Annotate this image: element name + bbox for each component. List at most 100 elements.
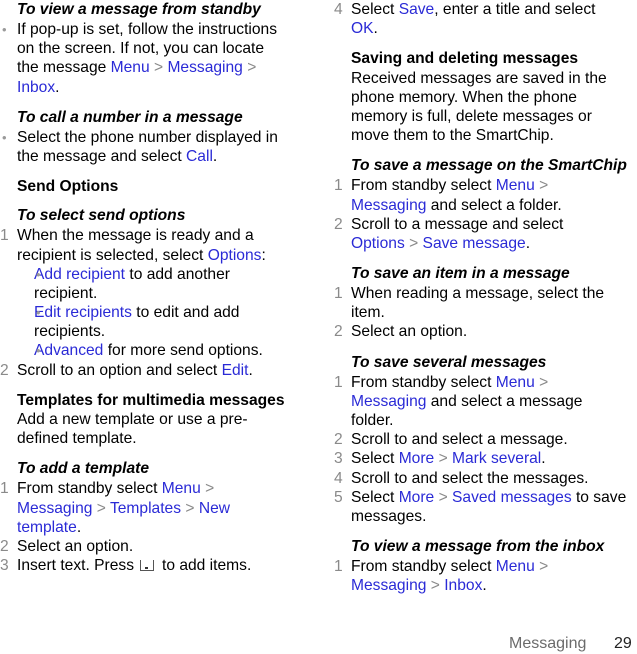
heading-view-inbox: To view a message from the inbox <box>351 538 605 556</box>
separator: > <box>185 499 195 517</box>
section-title-saving: Saving and deleting messages <box>351 50 579 68</box>
step-number: 2 <box>0 537 9 555</box>
step-1: 1 When the message is ready and a <box>0 227 254 245</box>
link-menu[interactable]: Menu <box>496 374 535 391</box>
link-inbox[interactable]: Inbox <box>444 577 482 594</box>
link-options[interactable]: Options <box>351 235 405 252</box>
link-more[interactable]: More <box>399 450 435 467</box>
link-options[interactable]: Options <box>208 247 262 264</box>
selection-key-icon <box>140 560 154 572</box>
section-title-send-options: Send Options <box>17 178 119 196</box>
heading-save-several: To save several messages <box>351 353 547 371</box>
sub-item: • Add recipient to add another <box>34 265 230 283</box>
link-edit[interactable]: Edit <box>222 362 249 379</box>
separator: > <box>438 488 448 506</box>
bullet-icon: • <box>36 305 41 321</box>
link-inbox[interactable]: Inbox <box>17 79 55 96</box>
step-number: 2 <box>334 215 343 233</box>
separator: > <box>539 373 549 391</box>
step-2: 2 Scroll to an option and select Edit. <box>0 361 253 379</box>
separator: > <box>409 234 419 252</box>
step-1: 1 When reading a message, select the <box>334 285 605 303</box>
step-number: 4 <box>334 1 343 18</box>
separator: > <box>96 499 106 517</box>
bullet-icon: • <box>2 129 7 145</box>
heading-view-standby: To view a message from standby <box>17 1 261 18</box>
link-more[interactable]: More <box>399 489 435 506</box>
link-templates[interactable]: Templates <box>110 500 181 517</box>
step-3: 3 Insert text. Press to add items. <box>0 557 252 575</box>
step-1: 1 From standby select Menu > <box>334 177 549 195</box>
separator: > <box>539 558 549 576</box>
step-2: 2 Scroll to a message and select <box>334 215 564 233</box>
separator: > <box>430 577 440 595</box>
sub-list: • Add recipient to add another recipient.… <box>17 265 307 361</box>
step-number: 1 <box>0 480 9 498</box>
step-number: 3 <box>334 450 343 468</box>
link-add-recipient[interactable]: Add recipient <box>34 266 125 283</box>
link-menu[interactable]: Menu <box>162 480 201 497</box>
separator: > <box>205 480 215 498</box>
step-2: 2 Select an option. <box>334 323 468 341</box>
step-2: 2 Select an option. <box>0 537 134 555</box>
link-menu[interactable]: Menu <box>496 558 535 575</box>
sub-item: • Edit recipients to edit and add <box>34 304 240 322</box>
left-column: To view a message from standby • If pop-u… <box>0 0 307 575</box>
step-number: 2 <box>0 361 9 379</box>
step-5: 5 Select More > Saved messages to save <box>334 488 627 506</box>
step-number: 5 <box>334 488 343 506</box>
link-save[interactable]: Save <box>399 1 435 18</box>
separator: > <box>153 59 164 77</box>
heading-call-number: To call a number in a message <box>17 108 243 126</box>
link-saved-messages[interactable]: Saved messages <box>452 489 572 506</box>
step-3: 3 Select More > Mark several. <box>334 450 546 468</box>
step-4: 4 Select Save, enter a title and select <box>334 1 596 18</box>
bullet-item: • If pop-up is set, follow the instructio… <box>2 21 278 38</box>
link-advanced[interactable]: Advanced <box>34 342 103 359</box>
step-number: 2 <box>334 323 343 341</box>
separator: > <box>247 59 257 77</box>
heading-select-send-options: To select send options <box>17 207 186 225</box>
separator: > <box>438 450 448 468</box>
link-mark-several[interactable]: Mark several <box>452 450 541 467</box>
step-number: 3 <box>0 557 9 575</box>
link-messaging[interactable]: Messaging <box>351 393 426 410</box>
step-number: 1 <box>334 285 343 303</box>
link-save-message[interactable]: Save message <box>423 235 526 252</box>
link-messaging[interactable]: Messaging <box>351 577 426 594</box>
step-number: 1 <box>0 227 9 245</box>
link-new[interactable]: New <box>199 500 230 517</box>
step-1: 1 From standby select Menu > <box>334 558 549 576</box>
step-2: 2 Scroll to and select a message. <box>334 431 568 449</box>
link-new-template[interactable]: template <box>17 519 77 536</box>
step-number: 1 <box>334 177 343 195</box>
separator: > <box>539 177 549 195</box>
step-4: 4 Scroll to and select the messages. <box>334 469 589 487</box>
link-edit-recipients[interactable]: Edit recipients <box>34 304 132 321</box>
bullet-icon: • <box>36 266 41 282</box>
step-1: 1 From standby select Menu > <box>0 480 215 498</box>
step-number: 1 <box>334 558 343 576</box>
bullet-icon: • <box>36 343 41 359</box>
sub-item: • Advanced for more send options. <box>34 342 263 360</box>
step-number: 1 <box>334 373 343 391</box>
link-call[interactable]: Call <box>186 148 213 165</box>
link-messaging[interactable]: Messaging <box>167 59 242 76</box>
step-number: 4 <box>334 469 343 487</box>
heading-add-template: To add a template <box>17 460 149 478</box>
right-column: 4 Select Save, enter a title and select O… <box>334 0 637 596</box>
footer-section-title: Messaging <box>509 635 587 652</box>
heading-save-smartchip: To save a message on the SmartChip <box>351 157 627 175</box>
bullet-item: • Select the phone number displayed in <box>2 128 278 146</box>
heading-save-item: To save an item in a message <box>351 265 570 283</box>
bullet-icon: • <box>2 22 7 37</box>
page-number: 29 <box>614 635 632 652</box>
link-ok[interactable]: OK <box>351 20 374 37</box>
step-1: 1 From standby select Menu > <box>334 373 549 391</box>
step-number: 2 <box>334 431 343 449</box>
link-messaging[interactable]: Messaging <box>17 500 92 517</box>
link-messaging[interactable]: Messaging <box>351 197 426 214</box>
link-menu[interactable]: Menu <box>111 59 150 76</box>
section-title-templates: Templates for multimedia messages <box>17 391 285 409</box>
link-menu[interactable]: Menu <box>496 177 535 194</box>
